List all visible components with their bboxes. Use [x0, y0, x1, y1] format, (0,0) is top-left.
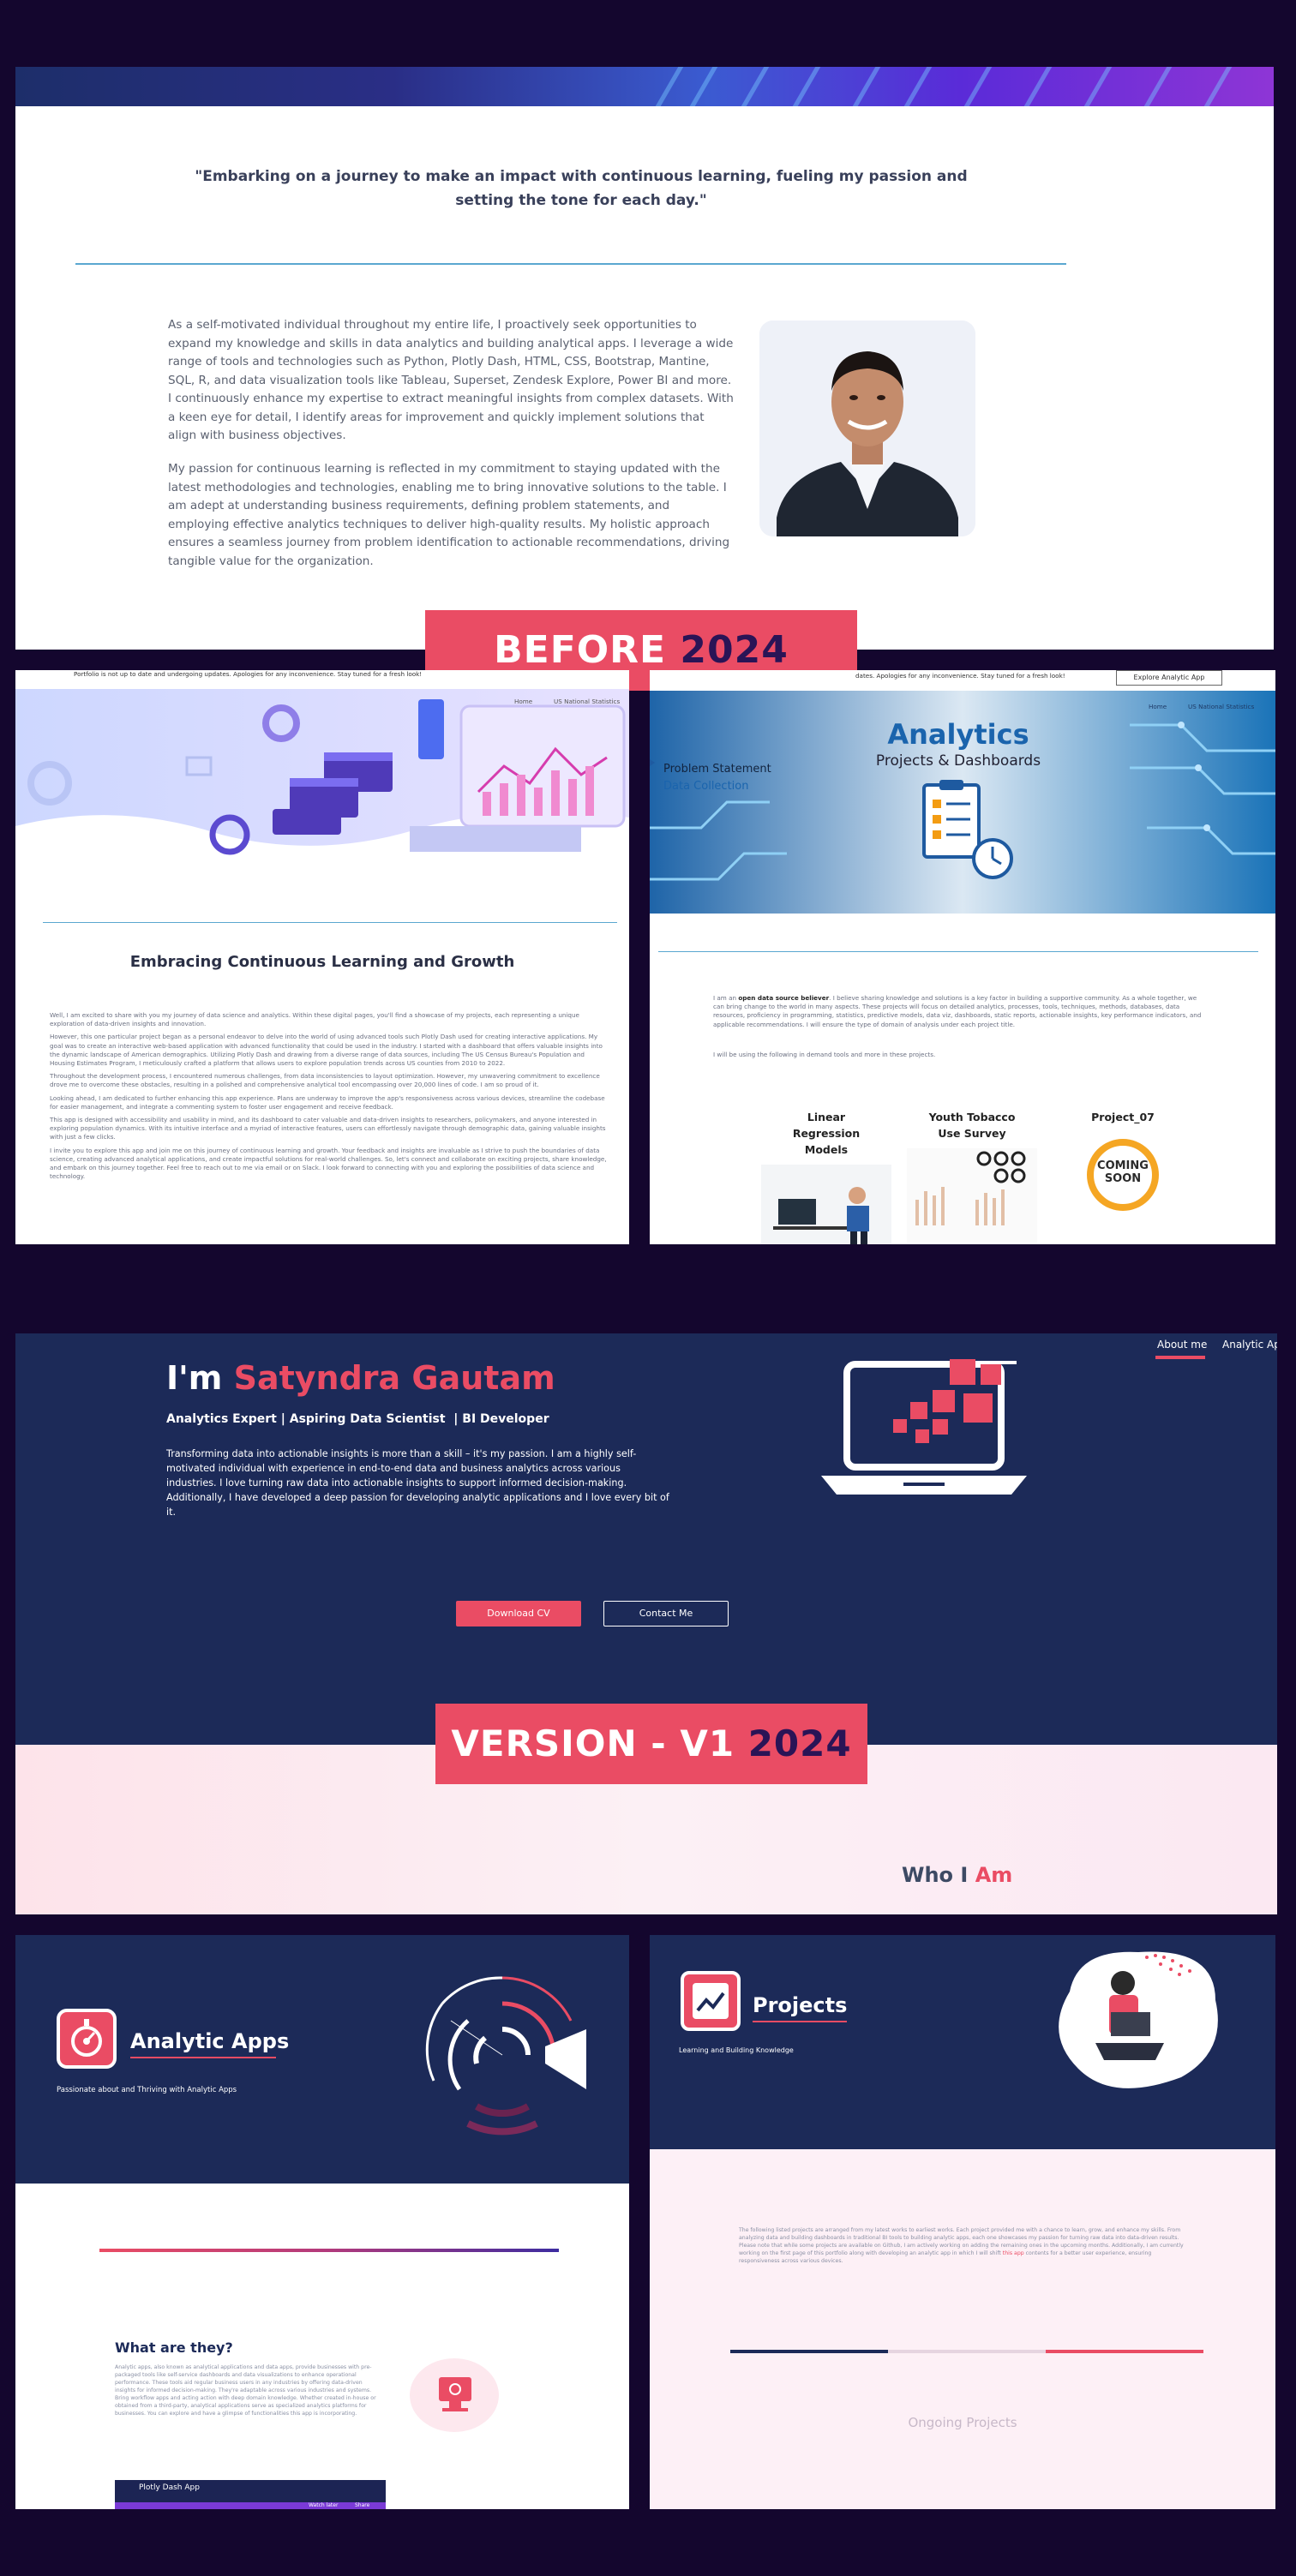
projects-title: Projects [753, 1993, 848, 2017]
card-image [907, 1148, 1037, 1243]
intro-lead: I am an [713, 994, 739, 1002]
banner-word: VERSION - V1 [451, 1722, 735, 1764]
header-image-strip [15, 67, 1274, 106]
quote-text: "Embarking on a journey to make an impac… [195, 168, 968, 209]
person-illustration [1044, 1940, 1233, 2094]
who-text: Who I [902, 1863, 975, 1887]
hero-heading: I'm Satyndra Gautam [166, 1359, 555, 1397]
name-text: Satyndra Gautam [233, 1359, 555, 1397]
roles-text: Analytics Expert | Aspiring Data Scienti… [166, 1412, 549, 1426]
analytics-app-icon [57, 2009, 117, 2069]
card-youth-tobacco[interactable]: Youth Tobacco Use Survey [903, 1109, 1041, 1244]
laptop-illustration [821, 1359, 1027, 1496]
notice-bar: dates. Apologies for any inconvenience. … [855, 672, 1065, 680]
nav-analytic-apps[interactable]: Analytic Ap [1222, 1339, 1277, 1351]
old-paragraphs: Well, I am excited to share with you my … [50, 1011, 607, 1181]
share-label: Share [355, 2502, 370, 2508]
nav-us-stats[interactable]: US National Statistics [554, 698, 620, 706]
download-cv-button[interactable]: Download CV [456, 1601, 581, 1626]
nav-active-indicator [1155, 1356, 1205, 1359]
projects-screenshot: Projects Learning and Building Knowledge… [650, 1935, 1275, 2509]
v1-hero-section: About me Analytic Ap I'm Satyndra Gautam… [15, 1333, 1277, 1745]
paragraph: Throughout the development process, I en… [50, 1072, 600, 1089]
tab-indicator-left [730, 2350, 888, 2353]
intro-text: I am an open data source believer. I bel… [713, 994, 1202, 1029]
card-title: Youth Tobacco Use Survey [928, 1111, 1016, 1140]
banner-year: 2024 [680, 628, 789, 672]
card-title: Project_07 [1091, 1111, 1155, 1123]
analytics-hero: Home US National Statistics Analytics Pr… [650, 691, 1275, 914]
bio-text: Transforming data into actionable insigh… [166, 1448, 669, 1518]
explore-analytic-app-button[interactable]: Explore Analytic App [1116, 670, 1222, 686]
step-data-collection: Data Collection [663, 780, 749, 793]
video-bar [115, 2502, 386, 2509]
projects-text: The following listed projects are arrang… [739, 2226, 1185, 2265]
gradient-divider [99, 2249, 559, 2252]
card-title: Linear Regression Models [792, 1111, 861, 1156]
version-v1-banner: VERSION - V1 2024 [435, 1704, 867, 1784]
apps-header: Analytic Apps Passionate about and Thriv… [15, 1935, 629, 2184]
card-image [761, 1165, 891, 1244]
intro-bold: open data source believer [738, 994, 830, 1002]
paragraph: However, this one particular project beg… [50, 1033, 603, 1068]
projects-subtitle: Learning and Building Knowledge [679, 2046, 794, 2054]
profile-photo [759, 321, 975, 536]
about-paragraph-1: As a self-motivated individual throughou… [168, 318, 734, 442]
tab-indicator-right [1046, 2350, 1203, 2353]
paragraph: I invite you to explore this app and joi… [50, 1146, 607, 1181]
nav-about-me[interactable]: About me [1157, 1339, 1207, 1351]
watch-later-label: Watch later [309, 2502, 339, 2508]
divider [43, 922, 617, 923]
nav-home[interactable]: Home [514, 698, 532, 706]
nav-us-stats[interactable]: US National Statistics [1188, 703, 1254, 711]
intro-tools: I will be using the following in demand … [713, 1051, 936, 1058]
old-projects-screenshot: dates. Apologies for any inconvenience. … [650, 670, 1275, 1244]
who-i-am-heading: Who I Am [902, 1863, 1012, 1887]
banner-word: BEFORE [494, 628, 667, 672]
what-text: Analytic apps, also known as analytical … [115, 2364, 376, 2417]
projects-icon [681, 1971, 741, 2031]
about-section-old: "Embarking on a journey to make an impac… [15, 106, 1274, 650]
divider [658, 951, 1258, 952]
projects-title-underline [753, 2021, 847, 2022]
paragraph: Well, I am excited to share with you my … [50, 1011, 579, 1028]
paragraph: This app is designed with accessibility … [50, 1116, 606, 1141]
hero-title: Analytics [887, 718, 1029, 751]
projects-header: Projects Learning and Building Knowledge [650, 1935, 1275, 2149]
nav-home[interactable]: Home [1149, 703, 1167, 711]
paragraph: Looking ahead, I am dedicated to further… [50, 1093, 605, 1111]
about-paragraph-2: My passion for continuous learning is re… [168, 462, 730, 568]
banner-year: 2024 [747, 1722, 852, 1764]
card-project-07[interactable]: Project_07 COMING SOON [1054, 1109, 1191, 1244]
contact-me-button[interactable]: Contact Me [603, 1601, 729, 1626]
tab-strip [730, 2350, 1203, 2353]
step-problem-statement: Problem Statement [663, 763, 771, 776]
what-title: What are they? [115, 2339, 233, 2356]
old-home-screenshot: Portfolio is not up to date and undergoi… [15, 670, 629, 1244]
this-app-link[interactable]: this app [1003, 2250, 1024, 2256]
notice-bar: Portfolio is not up to date and undergoi… [74, 670, 423, 678]
ongoing-projects-heading: Ongoing Projects [908, 2415, 1017, 2430]
apps-subtitle: Passionate about and Thriving with Analy… [57, 2086, 237, 2094]
divider [75, 263, 1066, 265]
am-text: Am [975, 1863, 1013, 1887]
analytic-apps-screenshot: Analytic Apps Passionate about and Thriv… [15, 1935, 629, 2509]
coming-soon-text: COMING SOON [1097, 1159, 1149, 1185]
radial-graphic [417, 1969, 588, 2141]
section-title: Embracing Continuous Learning and Growth [129, 953, 515, 971]
card-linear-regression[interactable]: Linear Regression Models [758, 1109, 895, 1244]
im-text: I'm [166, 1359, 234, 1397]
apps-title-underline [130, 2057, 276, 2058]
video-title: Plotly Dash App [139, 2483, 200, 2492]
hero-illustration: Home US National Statistics [15, 689, 629, 860]
coming-soon-badge: COMING SOON [1087, 1139, 1159, 1211]
monitor-icon [410, 2358, 499, 2432]
video-embed[interactable]: Plotly Dash App Watch later Share [115, 2480, 386, 2509]
hero-subtitle: Projects & Dashboards [875, 752, 1041, 770]
apps-title: Analytic Apps [130, 2029, 290, 2053]
